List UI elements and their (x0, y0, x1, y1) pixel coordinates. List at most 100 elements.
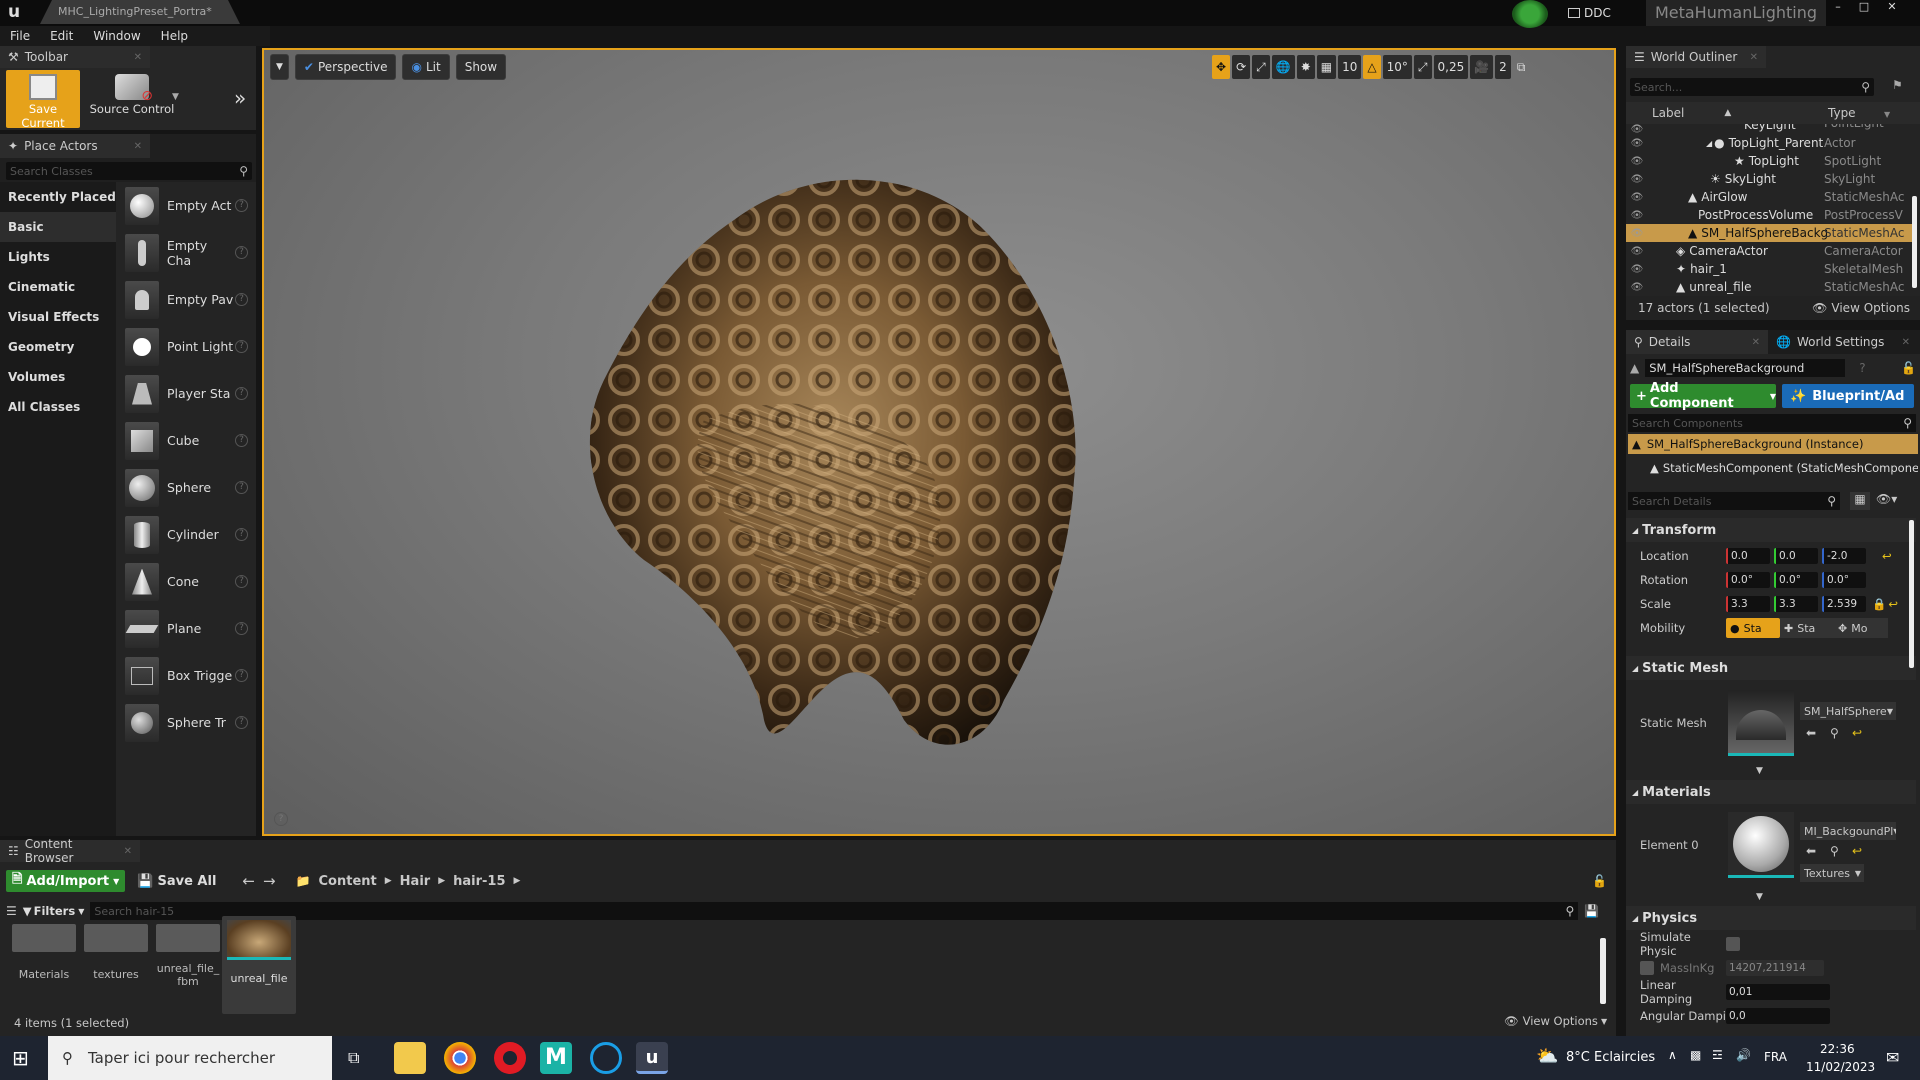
reset-arrow-icon[interactable]: ↩ (1888, 597, 1898, 611)
toolbar-more-button[interactable]: » (234, 86, 246, 110)
linear-damping-input[interactable]: 0,01 (1726, 984, 1830, 1000)
lock-icon[interactable]: 🔓 (1592, 874, 1607, 888)
static-mesh-dropdown[interactable]: SM_HalfSphere ▼ (1800, 702, 1896, 720)
table-row[interactable]: 👁 ▲ unreal_file StaticMeshAc (1626, 278, 1912, 296)
back-arrow-icon[interactable]: ← (242, 872, 255, 890)
table-row[interactable]: 👁 KeyLight PointLight (1626, 124, 1912, 134)
reset-arrow-icon[interactable]: ↩ (1882, 549, 1892, 563)
source-control-button[interactable]: ⊘ Source Control (86, 70, 178, 128)
materials-section[interactable]: ◢ Materials (1626, 780, 1916, 804)
location-label[interactable]: Location (1640, 549, 1726, 563)
eye-icon[interactable]: 👁▾ (1876, 492, 1897, 506)
content-browser-tab[interactable]: ☷ Content Browser ✕ (0, 837, 140, 865)
add-component-button[interactable]: + Add Component ▼ (1630, 381, 1776, 411)
table-row-selected[interactable]: 👁 ▲ SM_HalfSphereBackg StaticMeshAc (1626, 224, 1912, 242)
visibility-eye-icon[interactable]: 👁 (1626, 228, 1648, 239)
instance-row[interactable]: ▲ SM_HalfSphereBackground (Instance) (1628, 434, 1918, 454)
asset-tile-selected[interactable]: unreal_file (222, 916, 296, 1014)
place-actors-tab[interactable]: ✦ Place Actors ✕ (0, 134, 150, 158)
surface-snap-icon[interactable]: ✸ (1296, 55, 1315, 79)
table-row[interactable]: 👁 ◈ CameraActor CameraActor (1626, 242, 1912, 260)
actor-item[interactable]: Empty Pav? (116, 276, 256, 323)
lock-icon[interactable]: 🔓 (1901, 361, 1916, 375)
chrome-icon[interactable] (444, 1042, 476, 1074)
actor-item[interactable]: Sphere Tr? (116, 699, 256, 746)
visibility-eye-icon[interactable]: 👁 (1626, 192, 1648, 203)
help-icon[interactable]: ? (235, 575, 248, 588)
clock-time[interactable]: 22:36 (1820, 1042, 1855, 1056)
reset-arrow-icon[interactable]: ↩ (1852, 844, 1862, 858)
static-mesh-thumbnail[interactable] (1728, 690, 1794, 756)
textures-dropdown[interactable]: Textures ▼ (1800, 864, 1864, 882)
close-icon[interactable]: ✕ (1750, 52, 1758, 63)
task-view-icon[interactable]: ⧉ (348, 1048, 359, 1068)
table-row[interactable]: 👁 ★ TopLight SpotLight (1626, 152, 1912, 170)
world-space-icon[interactable]: 🌐 (1271, 55, 1295, 79)
rotation-label[interactable]: Rotation (1640, 573, 1726, 587)
use-selected-arrow-icon[interactable]: ⬅ (1806, 726, 1816, 740)
category-cinematic[interactable]: Cinematic (0, 272, 116, 302)
mobility-static-button[interactable]: ● Sta (1726, 618, 1780, 638)
table-row[interactable]: 👁 ▲ AirGlow StaticMeshAc (1626, 188, 1912, 206)
search-details-field[interactable]: Search Details ⚲ (1628, 492, 1840, 510)
visibility-eye-icon[interactable]: 👁 (1626, 174, 1648, 185)
rotation-snap-icon[interactable]: △ (1363, 55, 1381, 79)
perspective-button[interactable]: ✔ Perspective (294, 54, 397, 80)
visibility-eye-icon[interactable]: 👁 (1626, 210, 1648, 221)
close-icon[interactable]: ✕ (1902, 337, 1910, 348)
lock-icon[interactable]: 🔒 (1872, 597, 1886, 611)
help-icon[interactable]: ? (235, 669, 248, 682)
simulate-physics-checkbox[interactable] (1726, 937, 1740, 951)
notifications-icon[interactable]: ✉ (1886, 1048, 1899, 1067)
visibility-eye-icon[interactable]: 👁 (1626, 124, 1648, 134)
rotation-y-input[interactable]: 0.0° (1774, 572, 1818, 588)
windows-start-icon[interactable]: ⊞ (12, 1046, 29, 1070)
grid-snap-icon[interactable]: ▦ (1316, 55, 1337, 79)
help-icon[interactable]: ? (235, 481, 248, 494)
menu-help[interactable]: Help (151, 26, 198, 46)
opera-icon[interactable] (494, 1042, 526, 1074)
add-filter-icon[interactable]: ⚑ (1892, 78, 1903, 92)
actor-item[interactable]: Point Light? (116, 323, 256, 370)
show-button[interactable]: Show (455, 54, 507, 80)
material-thumbnail[interactable] (1728, 812, 1794, 878)
minimize-button[interactable]: – (1826, 0, 1850, 16)
category-recently-placed[interactable]: Recently Placed (0, 182, 116, 212)
actor-item[interactable]: Empty Act? (116, 182, 256, 229)
mobility-movable-button[interactable]: ✥ Mo (1834, 618, 1888, 638)
help-icon[interactable]: ? (235, 340, 248, 353)
filters-button[interactable]: ▼ Filters ▼ (23, 904, 85, 918)
camera-speed-value[interactable]: 2 (1495, 55, 1511, 79)
unreal-taskbar-icon[interactable]: u (636, 1042, 668, 1074)
expand-arrow-icon[interactable]: ◢ (1706, 139, 1712, 148)
ddc-indicator[interactable]: DDC (1568, 2, 1642, 24)
scale-y-input[interactable]: 3.3 (1774, 596, 1818, 612)
help-icon[interactable]: ? (235, 716, 248, 729)
folder-thumbnail[interactable] (12, 924, 76, 952)
online-status-icon[interactable] (1512, 0, 1548, 28)
rotation-z-input[interactable]: 0.0° (1822, 572, 1866, 588)
help-icon[interactable]: ? (235, 199, 248, 212)
clock-date[interactable]: 11/02/2023 (1806, 1060, 1875, 1074)
scale-label[interactable]: Scale (1640, 597, 1726, 611)
breadcrumb-content[interactable]: Content (319, 874, 377, 889)
help-icon[interactable]: ? (235, 246, 248, 259)
help-icon[interactable]: ? (1859, 361, 1865, 375)
browse-search-icon[interactable]: ⚲ (1830, 726, 1839, 740)
close-icon[interactable]: ✕ (134, 52, 142, 63)
scale-snap-value[interactable]: 0,25 (1433, 55, 1469, 79)
location-y-input[interactable]: 0.0 (1774, 548, 1818, 564)
actor-item[interactable]: Plane? (116, 605, 256, 652)
menu-file[interactable]: File (0, 26, 40, 46)
add-import-button[interactable]: 🗎 Add/Import ▼ (6, 870, 126, 892)
breadcrumb-separator-icon[interactable]: ▶ (438, 876, 445, 886)
save-all-button[interactable]: 💾 Save All (133, 870, 220, 892)
viewport-options-button[interactable]: ▼ (270, 54, 289, 80)
grid-snap-value[interactable]: 10 (1338, 55, 1362, 79)
scale-z-input[interactable]: 2.539 (1822, 596, 1866, 612)
world-settings-tab[interactable]: 🌐 World Settings ✕ (1768, 330, 1918, 354)
table-row[interactable]: 👁 ☀ SkyLight SkyLight (1626, 170, 1912, 188)
rotation-x-input[interactable]: 0.0° (1726, 572, 1770, 588)
weather-text[interactable]: 8°C Eclaircies (1566, 1050, 1655, 1065)
rotate-icon[interactable]: ⟳ (1232, 55, 1251, 79)
